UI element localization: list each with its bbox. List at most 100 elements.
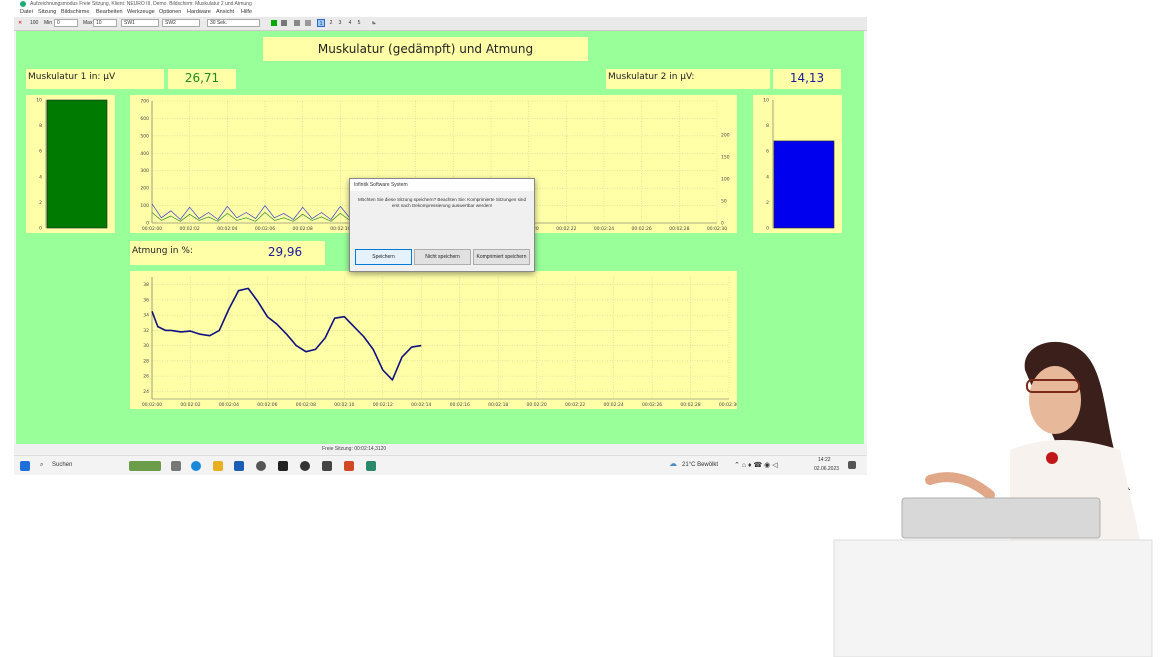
x-tick-label: 00:02:10: [334, 402, 354, 408]
pause-icon[interactable]: [281, 20, 287, 26]
y-tick-label: 10: [763, 98, 769, 104]
title-bar: Aufzeichnungsmodus Freie Sitzung, Klient…: [14, 0, 867, 8]
weather-text[interactable]: 21°C Bewölkt: [682, 462, 718, 468]
y-tick-label: 4: [766, 174, 769, 180]
play-icon[interactable]: [271, 20, 277, 26]
task-view-icon[interactable]: [171, 461, 181, 471]
y-tick-label: 0: [146, 221, 149, 227]
x-tick-label: 00:02:08: [293, 226, 313, 232]
mail-icon[interactable]: [234, 461, 244, 471]
sw2-select[interactable]: SW2: [162, 19, 200, 27]
biofeedback-app-icon[interactable]: [366, 461, 376, 471]
y2-tick-label: 50: [721, 199, 727, 205]
brooch-icon: [1046, 452, 1058, 464]
x-tick-label: 00:02:30: [719, 402, 737, 408]
google-icon[interactable]: [322, 461, 332, 471]
m1-label-panel: Muskulatur 1 in: µV: [26, 69, 164, 89]
presenter-face: [1029, 366, 1081, 434]
y-tick-label: 2: [39, 200, 42, 206]
taskbar: ⌕ Suchen ☁ 21°C Bewölkt ⌃ ⌂ ♦ ☎ ◉ ◁ 14:2…: [14, 455, 867, 475]
y-tick-label: 10: [36, 98, 42, 104]
y2-tick-label: 100: [721, 177, 730, 183]
menu-werkzeuge[interactable]: Werkzeuge: [127, 8, 155, 17]
sw1-select[interactable]: SW1: [121, 19, 159, 27]
search-icon[interactable]: ⌕: [40, 462, 43, 469]
m1-label: Muskulatur 1 in: µV: [28, 72, 116, 82]
menu-hardware[interactable]: Hardware: [187, 8, 211, 17]
y-tick-label: 4: [39, 174, 42, 180]
m2-label: Muskulatur 2 in µV:: [608, 72, 695, 82]
page-tab-4[interactable]: 4: [346, 19, 354, 27]
m2-value-panel: 14,13: [773, 69, 841, 89]
menu-optionen[interactable]: Optionen: [159, 8, 181, 17]
widget-icon[interactable]: [129, 461, 161, 471]
x-tick-label: 00:02:22: [556, 226, 576, 232]
no-save-button[interactable]: Nicht speichern: [414, 249, 471, 265]
status-text: Freie Sitzung: 00:02:14,3120: [322, 446, 387, 452]
y-tick-label: 28: [143, 358, 149, 364]
y2-tick-label: 150: [721, 155, 730, 161]
page-tab-3[interactable]: 3: [336, 19, 344, 27]
y-tick-label: 6: [39, 149, 42, 155]
x-tick-label: 00:02:26: [632, 226, 652, 232]
menu-datei[interactable]: Datei: [20, 8, 33, 17]
laptop-icon: [901, 497, 1101, 539]
tray-icons[interactable]: ⌃ ⌂ ♦ ☎ ◉ ◁: [734, 461, 778, 469]
y-tick-label: 100: [140, 203, 149, 209]
x-tick-label: 00:02:26: [642, 402, 662, 408]
y-tick-label: 30: [143, 343, 149, 349]
weather-icon: ☁: [669, 459, 677, 468]
dell-icon[interactable]: [256, 461, 266, 471]
explorer-icon[interactable]: [213, 461, 223, 471]
save-button[interactable]: Speichern: [355, 249, 412, 265]
m1-value: 26,71: [184, 71, 220, 85]
powerpoint-icon[interactable]: [344, 461, 354, 471]
x-tick-label: 00:02:12: [373, 402, 393, 408]
windows-start-icon[interactable]: [20, 461, 30, 471]
bar: [773, 140, 835, 229]
y-tick-label: 500: [140, 133, 149, 139]
page-tab-1[interactable]: 1: [317, 19, 325, 27]
breathing-chart-panel: 00:02:00 00:02:02 00:02:04 00:02:06 00:02:08…: [130, 271, 739, 409]
save-compressed-button[interactable]: Komprimiert speichern: [473, 249, 530, 265]
breathing-line-chart: 00:02:00 00:02:02 00:02:04 00:02:06 00:02:08…: [142, 277, 739, 408]
record-icon[interactable]: ✕: [18, 20, 22, 26]
window-title: Aufzeichnungsmodus Freie Sitzung, Klient…: [30, 1, 252, 7]
app-icon-taskbar[interactable]: [300, 461, 310, 471]
menu-bearbeiten[interactable]: Bearbeiten: [96, 8, 123, 17]
page-tab-2[interactable]: 2: [327, 19, 335, 27]
max-input[interactable]: 10: [93, 19, 117, 27]
menu-ansicht[interactable]: Ansicht: [216, 8, 234, 17]
x-tick-label: 00:02:14: [411, 402, 431, 408]
min-input[interactable]: 0: [54, 19, 78, 27]
min-label: Min: [44, 20, 53, 26]
clock-time[interactable]: 14:22: [818, 457, 831, 463]
x-tick-label: 00:02:22: [565, 402, 585, 408]
duration-select[interactable]: 30 Sek.: [207, 19, 260, 27]
screen-title: Muskulatur (gedämpft) und Atmung: [317, 42, 534, 56]
y-tick-label: 0: [766, 226, 769, 232]
m2-bar-chart-panel: 0 2 4 6 8 10: [753, 95, 842, 233]
menu-sitzung[interactable]: Sitzung: [38, 8, 56, 17]
menu-bildschirme[interactable]: Bildschirme: [61, 8, 89, 17]
word-icon[interactable]: [278, 461, 288, 471]
x-tick-label: 00:02:02: [180, 402, 200, 408]
settings-icon[interactable]: [305, 20, 311, 26]
m2-bar-chart: 0 2 4 6 8 10: [763, 98, 835, 232]
y-tick-label: 0: [39, 226, 42, 232]
y-tick-label: 8: [39, 123, 42, 129]
y-tick-label: 200: [140, 186, 149, 192]
taskbar-search[interactable]: Suchen: [52, 462, 72, 468]
layout-icon[interactable]: ⊾: [372, 20, 376, 26]
edge-icon[interactable]: [191, 461, 201, 471]
page-tab-5[interactable]: 5: [355, 19, 363, 27]
x-tick-label: 00:02:24: [594, 226, 614, 232]
dialog-title: Infinitk Software System: [350, 179, 534, 191]
x-tick-label: 00:02:28: [669, 226, 689, 232]
stop-icon[interactable]: [294, 20, 300, 26]
y-tick-label: 26: [143, 374, 149, 380]
x-tick-label: 00:02:06: [257, 402, 277, 408]
menu-hilfe[interactable]: Hilfe: [241, 8, 252, 17]
y-tick-label: 700: [140, 99, 149, 105]
toolbar: ✕ 100 Min 0 Max 10 SW1 SW2 30 Sek. 1 2 3…: [14, 17, 867, 31]
